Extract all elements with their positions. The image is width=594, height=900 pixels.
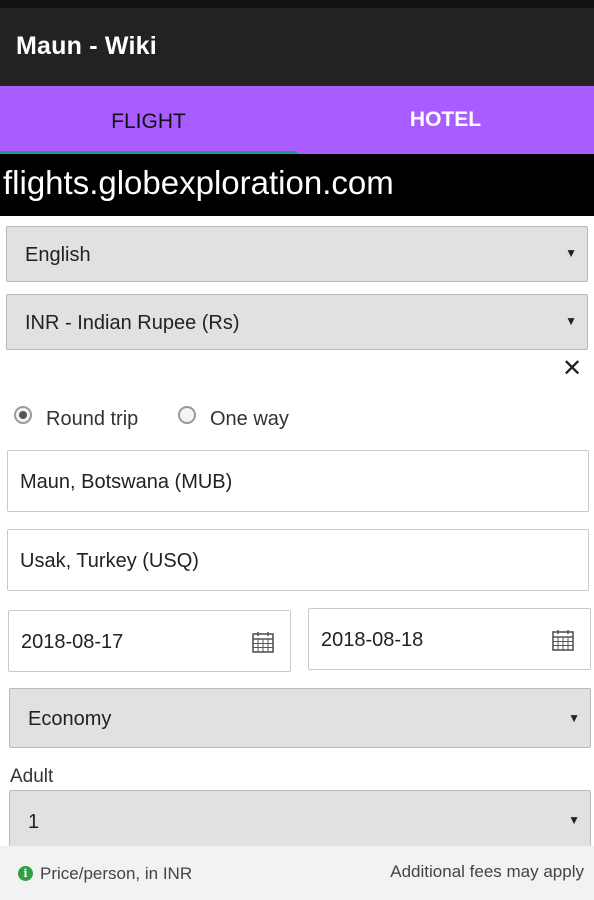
return-date-value: 2018-08-18 bbox=[321, 629, 424, 651]
destination-input[interactable]: Usak, Turkey (USQ) bbox=[7, 529, 589, 591]
adult-label: Adult bbox=[10, 766, 54, 787]
origin-value: Maun, Botswana (MUB) bbox=[20, 471, 233, 493]
dropdown-caret-icon: ▼ bbox=[568, 711, 580, 725]
destination-value: Usak, Turkey (USQ) bbox=[20, 550, 199, 572]
language-value: English bbox=[25, 244, 91, 266]
dropdown-caret-icon: ▼ bbox=[565, 314, 577, 328]
cabin-class-select[interactable]: Economy ▼ bbox=[9, 688, 591, 748]
trip-type-group: Round trip One way bbox=[14, 404, 574, 438]
dropdown-caret-icon: ▼ bbox=[568, 813, 580, 827]
status-bar bbox=[0, 0, 594, 8]
tab-bar: FLIGHT HOTEL bbox=[0, 86, 594, 154]
round-trip-radio[interactable] bbox=[14, 406, 32, 424]
return-date-input[interactable]: 2018-08-18 bbox=[308, 608, 591, 670]
currency-select[interactable]: INR - Indian Rupee (Rs) ▼ bbox=[6, 294, 588, 350]
footer-bar: i Price/person, in INR Additional fees m… bbox=[0, 846, 594, 900]
currency-value: INR - Indian Rupee (Rs) bbox=[25, 312, 240, 334]
close-icon[interactable]: ✕ bbox=[562, 354, 582, 383]
calendar-icon[interactable] bbox=[252, 631, 274, 653]
language-select[interactable]: English ▼ bbox=[6, 226, 588, 282]
adult-count-value: 1 bbox=[28, 811, 40, 833]
info-icon: i bbox=[18, 866, 33, 881]
adult-count-select[interactable]: 1 ▼ bbox=[9, 790, 591, 852]
price-note: Price/person, in INR bbox=[40, 864, 193, 883]
app-title: Maun - Wiki bbox=[16, 32, 157, 60]
calendar-icon[interactable] bbox=[552, 629, 574, 651]
tab-flight[interactable]: FLIGHT bbox=[0, 86, 297, 154]
one-way-label[interactable]: One way bbox=[210, 408, 289, 431]
fees-note: Additional fees may apply bbox=[390, 862, 584, 881]
depart-date-input[interactable]: 2018-08-17 bbox=[8, 610, 291, 672]
tab-hotel[interactable]: HOTEL bbox=[297, 86, 594, 154]
site-url: flights.globexploration.com bbox=[3, 164, 394, 201]
url-banner: flights.globexploration.com bbox=[0, 154, 594, 216]
one-way-radio[interactable] bbox=[178, 406, 196, 424]
cabin-class-value: Economy bbox=[28, 708, 112, 730]
app-bar: Maun - Wiki bbox=[0, 8, 594, 86]
dropdown-caret-icon: ▼ bbox=[565, 246, 577, 260]
round-trip-label[interactable]: Round trip bbox=[46, 408, 138, 431]
depart-date-value: 2018-08-17 bbox=[21, 631, 124, 653]
origin-input[interactable]: Maun, Botswana (MUB) bbox=[7, 450, 589, 512]
